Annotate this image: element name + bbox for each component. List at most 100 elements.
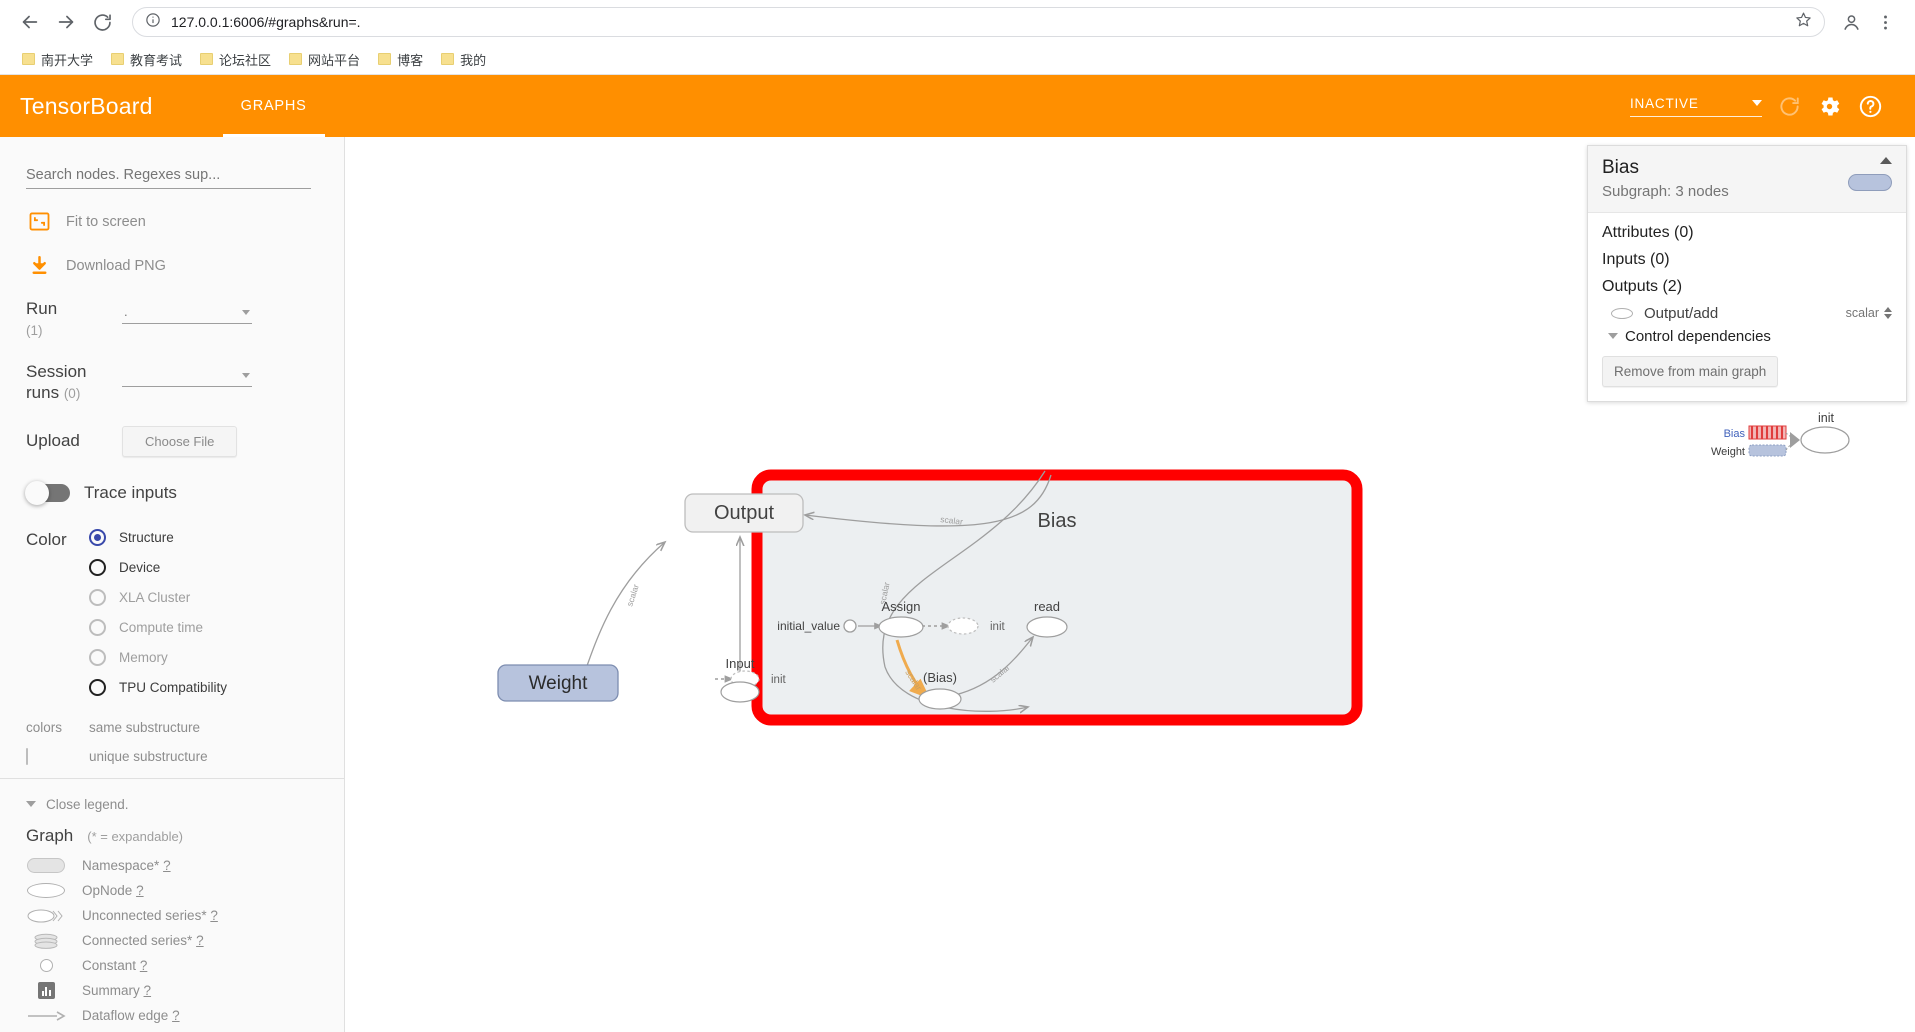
info-panel-title: Bias [1602,157,1639,178]
legend-item-constant: Constant ? [26,958,318,974]
session-runs-select[interactable] [122,366,252,388]
minimap-bias-label: Bias [1724,428,1746,440]
choose-file-button[interactable]: Choose File [122,425,238,457]
legend-graph-title: Graph [26,825,74,845]
forward-arrow-icon[interactable] [50,6,82,38]
spinner-icon[interactable] [1884,307,1892,320]
help-link[interactable]: ? [136,883,144,898]
bookmark-item[interactable]: 网站平台 [281,47,368,72]
color-option-compute-time[interactable]: Compute time [89,618,227,636]
info-inputs-section[interactable]: Inputs (0) [1602,251,1892,269]
legend-label: Namespace* ? [82,858,171,874]
colors-legend-same: colors same substructure [26,720,318,735]
folder-icon [441,53,455,65]
chevron-down-icon [242,310,250,315]
chevron-up-icon[interactable] [1880,157,1892,164]
namespace-glyph-icon [26,858,66,874]
info-output-item[interactable]: Output/add scalar [1602,305,1892,322]
legend-item-unconnected-series: Unconnected series* ? [26,908,318,924]
bookmark-label: 网站平台 [308,52,361,68]
bookmark-star-icon[interactable] [1795,11,1812,33]
close-legend-button[interactable]: Close legend. [26,797,318,812]
fit-to-screen-control[interactable]: Fit to screen [26,210,318,233]
color-option-label: TPU Compatibility [119,679,228,695]
bookmark-item[interactable]: 南开大学 [14,47,101,72]
node-color-swatch [1848,174,1892,191]
browser-nav-bar: 127.0.0.1:6006/#graphs&run=. [0,0,1915,44]
graph-node-output[interactable]: Output [684,493,804,533]
graph-node-input-label: Input [726,656,755,671]
reload-icon[interactable] [86,6,118,38]
help-link[interactable]: ? [140,958,148,973]
help-link[interactable]: ? [144,983,152,998]
bookmark-item[interactable]: 我的 [433,47,494,72]
address-bar[interactable]: 127.0.0.1:6006/#graphs&run=. [132,7,1825,37]
legend-label: Unconnected series* ? [82,908,218,924]
trace-inputs-control[interactable]: Trace inputs [25,480,318,505]
three-dot-menu-icon[interactable] [1869,6,1901,38]
colors-legend-same-label: same substructure [89,719,201,735]
radio-icon[interactable] [89,588,106,606]
colors-legend: colors same substructure unique substruc… [26,720,318,765]
run-status-select[interactable]: INACTIVE [1630,96,1762,117]
refresh-icon[interactable] [1778,95,1801,118]
help-link[interactable]: ? [210,908,218,923]
minimap[interactable]: Bias Weight init [1711,411,1850,458]
color-option-xla-cluster[interactable]: XLA Cluster [89,588,227,606]
bookmark-label: 论坛社区 [219,52,272,68]
header-right-controls: INACTIVE [1630,94,1897,119]
color-option-label: Compute time [119,619,204,635]
site-info-icon[interactable] [145,12,161,33]
info-panel-header-right [1848,157,1892,191]
bookmark-item[interactable]: 教育考试 [103,47,190,72]
color-option-tpu-compatibility[interactable]: TPU Compatibility [89,678,228,696]
info-panel-body: Attributes (0) Inputs (0) Outputs (2) Ou… [1588,213,1906,401]
bookmark-item[interactable]: 博客 [370,47,431,72]
help-link[interactable]: ? [196,933,204,948]
graph-node-read-label: read [1034,599,1060,614]
search-input[interactable] [26,167,311,189]
unique-substructure-swatch [26,747,28,765]
back-arrow-icon[interactable] [14,6,46,38]
info-attributes-section[interactable]: Attributes (0) [1602,224,1892,242]
color-option-device[interactable]: Device [89,558,227,576]
radio-icon[interactable] [89,558,106,576]
tensorboard-logo[interactable]: TensorBoard [20,93,153,120]
dataflow-edge-glyph-icon [26,1008,66,1024]
chevron-down-icon [1752,100,1762,106]
remove-from-main-graph-button[interactable]: Remove from main graph [1602,355,1779,387]
graph-canvas[interactable]: scalar scalar scalar scalar scalar Outpu… [345,137,1915,1032]
gear-icon[interactable] [1817,94,1842,119]
minimap-weight-box [1748,444,1787,457]
info-panel-header: Bias Subgraph: 3 nodes [1588,146,1906,213]
close-legend-label: Close legend. [46,796,129,812]
color-option-structure[interactable]: Structure [89,528,227,546]
download-png-control[interactable]: Download PNG [26,254,318,277]
info-outputs-section[interactable]: Outputs (2) [1602,278,1892,296]
run-select[interactable]: . [122,303,252,324]
help-link[interactable]: ? [172,1008,180,1023]
tab-graphs[interactable]: GRAPHS [222,75,325,137]
minimap-arrow-icon [1790,432,1800,448]
legend-label: Constant ? [82,958,148,974]
chevron-down-icon [242,373,250,379]
legend-item-summary: Summary ? [26,982,318,1000]
trace-inputs-toggle[interactable] [25,480,70,505]
bookmark-item[interactable]: 论坛社区 [192,47,279,72]
color-option-memory[interactable]: Memory [89,648,227,666]
radio-icon[interactable] [89,528,106,546]
info-output-dtype: scalar [1845,306,1879,321]
colors-legend-spacer [26,747,73,765]
radio-icon[interactable] [89,678,106,696]
folder-icon [378,53,392,65]
info-control-dependencies[interactable]: Control dependencies [1602,328,1892,345]
constant-glyph-icon [26,958,66,974]
folder-icon [22,53,35,65]
help-circle-icon[interactable] [1858,94,1883,119]
radio-icon[interactable] [89,648,106,666]
minimap-bias-box [1748,425,1787,440]
radio-icon[interactable] [89,618,106,636]
help-link[interactable]: ? [163,858,171,873]
graph-node-weight[interactable]: Weight [497,664,619,702]
profile-icon[interactable] [1835,6,1867,38]
